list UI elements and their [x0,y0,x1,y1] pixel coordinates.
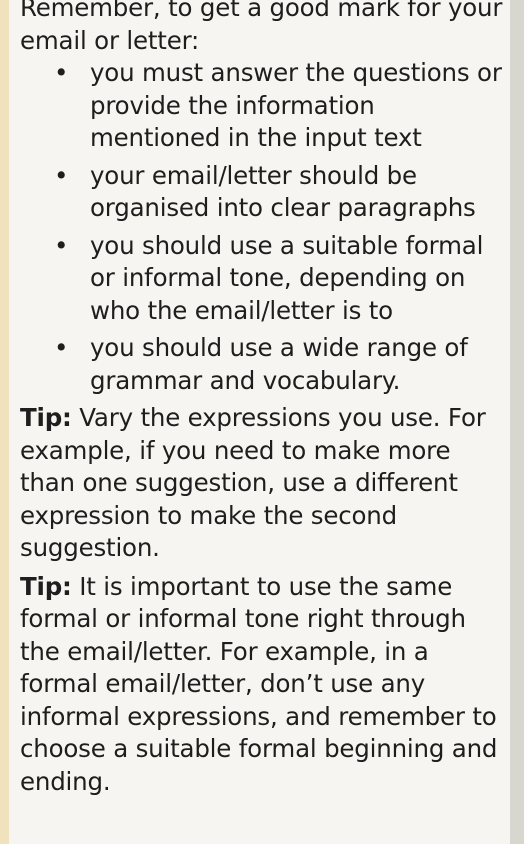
list-item: • you should use a wide range of grammar… [20,332,506,397]
bullet-icon: • [54,58,69,87]
list-item-text: your email/letter should be organised in… [90,160,476,223]
tip-text: It is important to use the same formal o… [20,571,498,796]
list-item-text: you must answer the questions or provide… [90,58,502,152]
tip-paragraph: Tip: Vary the expressions you use. For e… [20,402,506,565]
document-body: Remember, to get a good mark for your em… [20,0,506,798]
tip-paragraph: Tip: It is important to use the same for… [20,571,506,799]
bullet-icon: • [54,160,69,190]
list-item: • you should use a suitable formal or in… [20,230,506,328]
requirements-list: • you must answer the questions or provi… [20,57,506,397]
bullet-icon: • [54,230,69,260]
list-item: • you must answer the questions or provi… [20,57,506,155]
page: Remember, to get a good mark for your em… [0,0,524,844]
right-page-edge [510,0,524,844]
intro-text: Remember, to get a good mark for your em… [20,0,503,55]
tip-label: Tip: [20,571,72,601]
tip-label: Tip: [20,403,72,432]
list-item-text: you should use a wide range of grammar a… [90,333,468,395]
list-item: • your email/letter should be organised … [20,160,506,225]
tip-text: Vary the expressions you use. For exampl… [20,403,486,562]
bullet-icon: • [54,333,69,362]
left-margin-rule [0,0,9,844]
list-item-text: you should use a suitable formal or info… [90,230,484,325]
